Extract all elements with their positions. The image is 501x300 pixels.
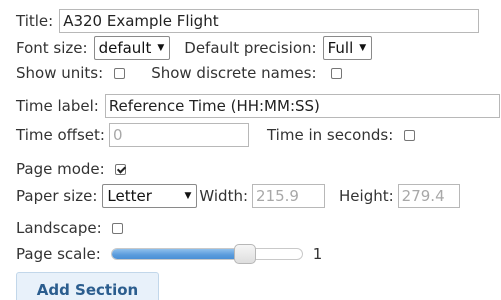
show-units-label: Show units: [16, 64, 104, 82]
paper-size-label: Paper size: [16, 187, 98, 205]
page-scale-slider-fill [111, 249, 245, 259]
time-offset-label: Time offset: [16, 126, 105, 144]
time-label-label: Time label: [16, 97, 99, 115]
paper-size-value: Letter [107, 187, 152, 205]
page-scale-slider[interactable] [110, 244, 303, 264]
height-input[interactable] [397, 184, 460, 208]
page-mode-checkbox[interactable] [114, 163, 126, 175]
font-size-value: default [98, 39, 152, 57]
height-label: Height: [339, 187, 394, 205]
landscape-row: Landscape: [16, 219, 123, 237]
paper-size-row: Paper size: Letter ▼ Width: Height: [16, 184, 460, 208]
time-in-seconds-checkbox[interactable] [404, 129, 416, 141]
time-in-seconds-label: Time in seconds: [266, 126, 394, 144]
page-scale-row: Page scale: 1 [16, 244, 323, 264]
settings-panel: Title: Font size: default ▼ Default prec… [0, 0, 501, 300]
title-label: Title: [16, 12, 54, 30]
page-scale-value: 1 [312, 245, 323, 263]
show-discrete-names-checkbox[interactable] [330, 67, 342, 79]
font-precision-row: Font size: default ▼ Default precision: … [16, 36, 373, 60]
page-scale-label: Page scale: [16, 245, 101, 263]
add-section-button[interactable]: Add Section [16, 272, 159, 300]
title-input[interactable] [59, 9, 480, 33]
page-mode-label: Page mode: [16, 160, 105, 178]
chevron-down-icon: ▼ [359, 43, 367, 53]
show-units-row: Show units: Show discrete names: [16, 64, 342, 82]
chevron-down-icon: ▼ [184, 191, 192, 201]
default-precision-select[interactable]: Full ▼ [322, 36, 373, 60]
font-size-label: Font size: [16, 39, 88, 57]
paper-size-select[interactable]: Letter ▼ [102, 184, 198, 208]
landscape-label: Landscape: [16, 219, 102, 237]
title-row: Title: [16, 9, 480, 33]
time-label-row: Time label: [16, 94, 500, 118]
time-label-input[interactable] [104, 94, 500, 118]
show-discrete-names-label: Show discrete names: [151, 64, 317, 82]
landscape-checkbox[interactable] [111, 222, 123, 234]
page-mode-row: Page mode: [16, 160, 126, 178]
width-input[interactable] [252, 184, 326, 208]
show-units-checkbox[interactable] [114, 67, 126, 79]
time-offset-row: Time offset: Time in seconds: [16, 123, 416, 147]
time-offset-input[interactable] [108, 123, 249, 147]
font-size-select[interactable]: default ▼ [93, 36, 171, 60]
width-label: Width: [199, 187, 249, 205]
default-precision-value: Full [327, 39, 354, 57]
default-precision-label: Default precision: [184, 39, 317, 57]
page-scale-slider-handle[interactable] [233, 244, 256, 264]
chevron-down-icon: ▼ [157, 43, 165, 53]
